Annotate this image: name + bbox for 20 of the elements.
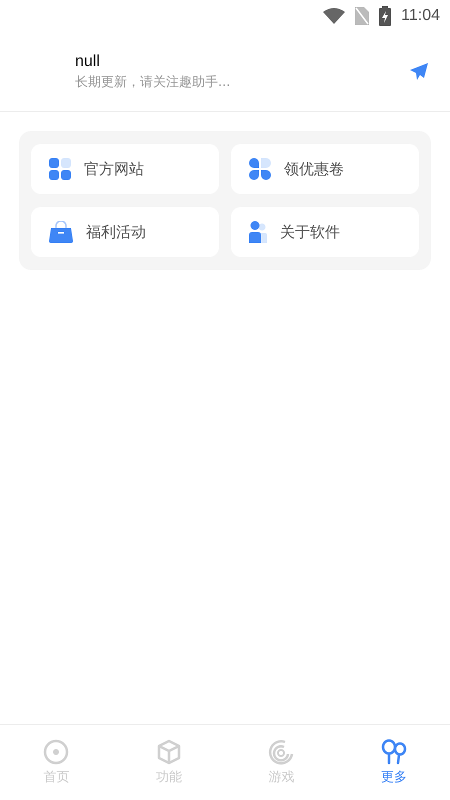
grid-icon xyxy=(49,158,71,180)
balloons-icon xyxy=(380,739,407,765)
menu-item[interactable]: 关于软件 xyxy=(231,207,419,257)
profile-name: null xyxy=(75,52,101,70)
wifi-icon xyxy=(323,8,346,24)
send-icon[interactable] xyxy=(410,62,428,80)
target-icon xyxy=(43,739,70,765)
petals-icon xyxy=(249,158,271,180)
person-icon xyxy=(249,221,267,243)
clock-time: 11:04 xyxy=(401,7,440,25)
battery-charging-icon xyxy=(379,6,392,26)
menu-item[interactable]: 领优惠卷 xyxy=(231,144,419,194)
cube-icon xyxy=(156,739,181,765)
nav-tab[interactable]: 更多 xyxy=(338,725,450,800)
bag-icon xyxy=(49,221,73,243)
menu-item[interactable]: 福利活动 xyxy=(31,207,219,257)
profile-subtitle: 长期更新，请关注趣助手... xyxy=(75,74,232,90)
no-sim-icon xyxy=(355,7,370,25)
spiral-icon xyxy=(268,739,294,765)
menu-item[interactable]: 官方网站 xyxy=(31,144,219,194)
